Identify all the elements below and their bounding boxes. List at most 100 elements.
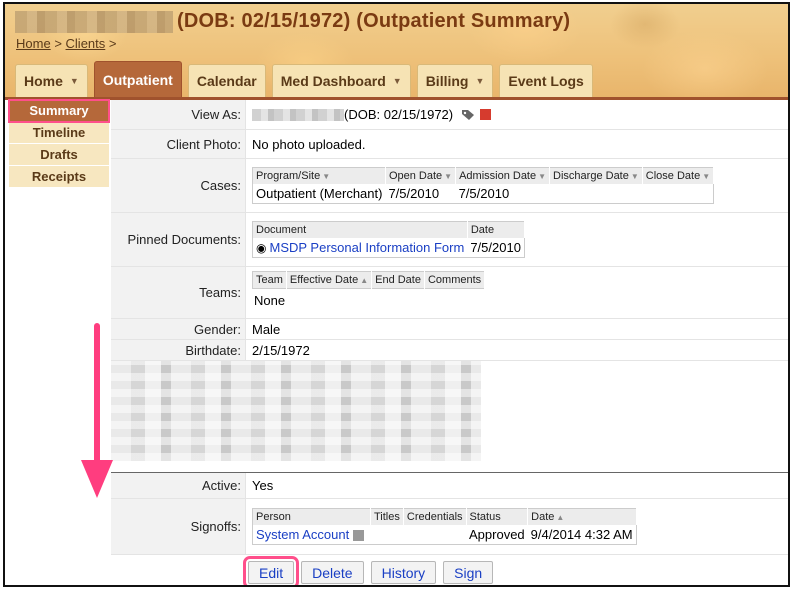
tab-label: Outpatient — [102, 71, 173, 88]
table-cell — [403, 525, 466, 545]
field-label: Teams: — [111, 267, 246, 318]
field-value: No photo uploaded. — [252, 136, 366, 152]
field-label: Birthdate: — [111, 340, 246, 360]
left-nav-receipts[interactable]: Receipts — [9, 166, 109, 188]
row-client-photo: Client Photo: No photo uploaded. — [111, 130, 788, 159]
left-nav-timeline[interactable]: Timeline — [9, 122, 109, 144]
column-header: Document — [252, 221, 468, 238]
redacted-fields — [111, 361, 788, 473]
table-cell: Approved — [469, 527, 525, 542]
header-label: Effective Date — [289, 274, 359, 286]
column-header[interactable]: Open Date ▼ — [385, 167, 457, 184]
chevron-down-icon: ▼ — [69, 76, 79, 86]
field-label: Active: — [111, 473, 246, 498]
column-header[interactable]: Date ▲ — [527, 508, 637, 525]
row-birthdate: Birthdate: 2/15/1972 — [111, 340, 788, 361]
table-cell — [371, 525, 404, 545]
field-label: Cases: — [111, 159, 246, 212]
redacted-content — [111, 361, 481, 461]
column-header: End Date — [371, 271, 425, 289]
sort-up-icon: ▲ — [360, 276, 369, 285]
table-cell: 7/5/2010 — [388, 186, 440, 201]
header-label: Discharge Date — [553, 170, 629, 182]
row-pinned-documents: Pinned Documents: Document Date ◉ MSDP Pe… — [111, 213, 788, 267]
main-tabs: Home ▼ Outpatient Calendar Med Dashboard ▼… — [15, 61, 593, 97]
tab-home[interactable]: Home ▼ — [15, 64, 88, 97]
breadcrumb-separator: > — [108, 36, 117, 51]
tab-label: Med Dashboard — [280, 73, 386, 89]
field-value: Person Titles Credentials Status Date ▲ S… — [246, 499, 788, 554]
tag-icon[interactable] — [461, 109, 475, 121]
table-cell — [642, 184, 713, 204]
left-nav-summary[interactable]: Summary — [8, 99, 110, 123]
teams-table: Team Effective Date ▲ End Date Comments — [252, 271, 486, 289]
column-header: Status — [466, 508, 529, 525]
edit-button[interactable]: Edit — [242, 556, 300, 585]
field-label: Gender: — [111, 319, 246, 339]
table-row: ◉ MSDP Personal Information Form 7/5/2010 — [253, 238, 525, 258]
table-cell: Outpatient (Merchant) — [256, 186, 383, 201]
header-label: Close Date — [645, 170, 701, 182]
redacted-name — [252, 108, 344, 121]
title-row: (DOB: 02/15/1972) (Outpatient Summary) — [15, 10, 570, 33]
tab-event-logs[interactable]: Event Logs — [499, 64, 593, 97]
left-nav-drafts[interactable]: Drafts — [9, 144, 109, 166]
column-header: Person — [252, 508, 371, 525]
annotation-arrow-icon — [81, 323, 113, 498]
header-label: Admission Date — [459, 170, 537, 182]
breadcrumb-separator: > — [54, 36, 62, 51]
row-gender: Gender: Male — [111, 319, 788, 340]
field-value: (DOB: 02/15/1972) — [246, 100, 788, 129]
column-header[interactable]: Close Date ▼ — [642, 167, 715, 184]
history-button[interactable]: History — [370, 561, 437, 584]
row-view-as: View As: (DOB: 02/15/1972) — [111, 100, 788, 130]
column-header: Team — [252, 271, 287, 289]
pinned-documents-table: Document Date ◉ MSDP Personal Information… — [252, 221, 525, 258]
chevron-down-icon: ▼ — [392, 76, 402, 86]
left-nav: Summary Timeline Drafts Receipts — [8, 99, 110, 188]
column-header[interactable]: Admission Date ▼ — [455, 167, 551, 184]
table-cell: 9/4/2014 4:32 AM — [530, 527, 633, 542]
sort-up-icon: ▲ — [556, 513, 565, 522]
breadcrumb-clients[interactable]: Clients — [66, 36, 106, 51]
delete-button[interactable]: Delete — [301, 561, 364, 584]
tab-calendar[interactable]: Calendar — [187, 64, 266, 97]
column-header: Titles — [370, 508, 404, 525]
row-active: Active: Yes — [111, 473, 788, 499]
column-header[interactable]: Program/Site ▼ — [252, 167, 386, 184]
breadcrumb-home[interactable]: Home — [16, 36, 51, 51]
field-value: Team Effective Date ▲ End Date Comments N… — [246, 267, 788, 318]
tab-label: Calendar — [196, 73, 257, 89]
column-header[interactable]: Effective Date ▲ — [286, 271, 373, 289]
header-label: Date — [531, 511, 555, 523]
eye-icon[interactable]: ◉ — [256, 241, 266, 255]
document-link[interactable]: MSDP Personal Information Form — [269, 240, 464, 255]
table-cell: System Account — [253, 525, 371, 545]
summary-form: View As: (DOB: 02/15/1972) Client Photo:… — [111, 100, 788, 585]
tab-billing[interactable]: Billing ▼ — [416, 64, 494, 97]
field-label: Client Photo: — [111, 130, 246, 158]
row-cases: Cases: Program/Site ▼ Open Date ▼ Admissio… — [111, 159, 788, 213]
tab-label: Event Logs — [508, 73, 584, 89]
app-window: (DOB: 02/15/1972) (Outpatient Summary) H… — [3, 2, 790, 587]
sign-button[interactable]: Sign — [443, 561, 494, 584]
person-link[interactable]: System Account — [256, 527, 349, 542]
table-cell — [550, 184, 643, 204]
view-as-value: (DOB: 02/15/1972) — [344, 107, 454, 122]
column-header[interactable]: Discharge Date ▼ — [549, 167, 643, 184]
header-label: Program/Site — [256, 170, 321, 182]
flag-icon[interactable] — [480, 109, 492, 120]
tab-med-dashboard[interactable]: Med Dashboard ▼ — [271, 64, 411, 97]
sort-down-icon: ▼ — [322, 172, 331, 181]
field-value: Male — [252, 321, 281, 337]
tab-outpatient[interactable]: Outpatient — [93, 61, 182, 97]
column-header: Date — [467, 221, 525, 238]
table-header-row: Document Date — [252, 221, 525, 238]
cases-table: Program/Site ▼ Open Date ▼ Admission Date ▼… — [252, 167, 715, 204]
row-teams: Teams: Team Effective Date ▲ End Date Com… — [111, 267, 788, 319]
breadcrumb: Home > Clients > — [16, 36, 117, 51]
table-header-row: Person Titles Credentials Status Date ▲ — [252, 508, 637, 525]
sort-down-icon: ▼ — [444, 172, 453, 181]
page-header: (DOB: 02/15/1972) (Outpatient Summary) H… — [5, 4, 788, 100]
chevron-down-icon: ▼ — [475, 76, 485, 86]
